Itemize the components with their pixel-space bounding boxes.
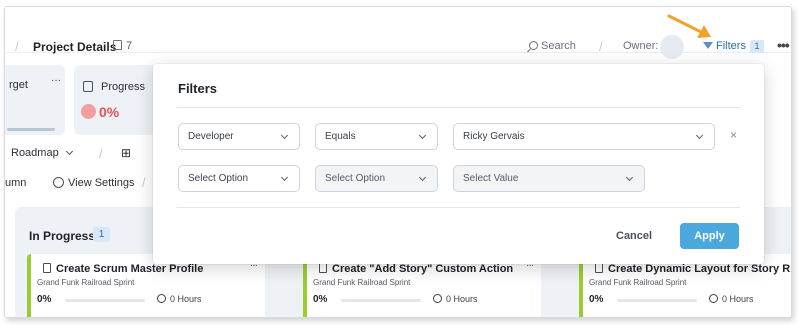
progress-value: 0% xyxy=(99,104,120,120)
filter-field-select-2[interactable]: Select Option xyxy=(178,165,300,192)
owner-label: Owner: xyxy=(623,40,659,52)
filters-label: Filters xyxy=(716,40,746,52)
chevron-down-icon xyxy=(280,173,289,182)
document-icon xyxy=(595,263,603,273)
task-hours-text: 0 Hours xyxy=(170,294,202,304)
target-more-icon[interactable]: ··· xyxy=(51,75,61,86)
task-title: Create Scrum Master Profile xyxy=(43,263,243,275)
task-progress-bar xyxy=(617,299,697,302)
status-dot-icon xyxy=(81,104,96,119)
search-label: Search xyxy=(541,40,576,52)
search-icon xyxy=(529,41,538,50)
filters-button[interactable]: Filters 1 xyxy=(703,40,764,53)
cancel-button[interactable]: Cancel xyxy=(616,230,652,242)
task-progress-bar xyxy=(341,299,421,302)
chevron-down-icon xyxy=(418,131,427,140)
task-progress-bar xyxy=(65,299,145,302)
chevron-down-icon xyxy=(280,131,289,140)
column-title: In Progress xyxy=(29,229,96,243)
chevron-down-icon xyxy=(418,173,427,182)
clock-icon xyxy=(709,294,718,303)
modal-divider-bottom xyxy=(177,207,740,208)
chevron-down-icon xyxy=(625,173,634,182)
task-title-text: Create "Add Story" Custom Action xyxy=(332,263,514,275)
gear-icon xyxy=(53,177,64,188)
filters-count-badge: 1 xyxy=(749,40,764,53)
view-settings-button[interactable]: View Settings xyxy=(53,177,134,189)
progress-label: Progress xyxy=(101,81,146,93)
modal-title: Filters xyxy=(178,81,218,96)
app-window: / Project Details 7 Search / Owner: Filt… xyxy=(4,6,792,318)
task-hours: 0 Hours xyxy=(709,294,754,304)
search-button[interactable]: Search xyxy=(529,40,576,52)
filter-value-placeholder: Select Value xyxy=(463,173,519,184)
filter-operator-select[interactable]: Equals xyxy=(315,123,438,150)
clock-icon xyxy=(157,294,166,303)
more-options-icon[interactable]: ••• xyxy=(777,37,790,53)
target-card[interactable]: rget ··· xyxy=(5,65,65,135)
filter-operator-select-2[interactable]: Select Option xyxy=(315,165,438,192)
view-settings-label: View Settings xyxy=(68,177,135,189)
filter-operator-placeholder: Select Option xyxy=(325,173,386,184)
column-button[interactable]: umn xyxy=(5,177,26,189)
bag-icon xyxy=(83,81,93,92)
toolbar-separator: / xyxy=(99,146,103,161)
document-icon xyxy=(319,263,327,273)
roadmap-dropdown[interactable]: Roadmap xyxy=(11,147,73,159)
roadmap-label: Roadmap xyxy=(11,147,59,159)
layout-toggle-icon[interactable]: ⊞ xyxy=(121,146,131,160)
filter-value-select[interactable]: Ricky Gervais xyxy=(453,123,715,150)
document-icon xyxy=(113,40,122,50)
chevron-down-icon xyxy=(65,147,73,156)
task-sprint: Grand Funk Railroad Sprint xyxy=(589,278,687,287)
item-count-value: 7 xyxy=(126,40,133,52)
clock-icon xyxy=(433,294,442,303)
annotation-arrow-icon xyxy=(667,14,711,38)
task-hours-text: 0 Hours xyxy=(722,294,754,304)
task-hours-text: 0 Hours xyxy=(446,294,478,304)
task-percent: 0% xyxy=(37,294,52,305)
item-count: 7 xyxy=(113,40,132,52)
filter-field-select[interactable]: Developer xyxy=(178,123,300,150)
filter-operator-value: Equals xyxy=(325,131,356,142)
filter-value-select-2[interactable]: Select Value xyxy=(453,165,645,192)
apply-button[interactable]: Apply xyxy=(680,223,739,249)
modal-divider-top xyxy=(177,107,740,108)
chevron-down-icon xyxy=(695,131,704,140)
document-icon xyxy=(43,263,51,273)
filters-modal: Filters Developer Equals Ricky Gervais ×… xyxy=(153,64,764,264)
column-count-badge: 1 xyxy=(93,227,110,242)
remove-filter-icon[interactable]: × xyxy=(730,128,737,142)
target-label: rget xyxy=(9,79,28,91)
breadcrumb-separator: / xyxy=(15,39,19,54)
header-separator: / xyxy=(599,39,603,54)
funnel-icon xyxy=(703,42,713,49)
toolbar-separator-2: / xyxy=(142,175,146,190)
task-title-text: Create Scrum Master Profile xyxy=(56,263,204,275)
task-percent: 0% xyxy=(313,294,328,305)
filter-field-value: Developer xyxy=(188,131,234,142)
task-hours: 0 Hours xyxy=(433,294,478,304)
task-sprint: Grand Funk Railroad Sprint xyxy=(37,278,135,287)
task-title-text: Create Dynamic Layout for Story R... xyxy=(608,263,792,275)
page-title: Project Details xyxy=(33,40,117,54)
task-percent: 0% xyxy=(589,294,604,305)
task-title: Create "Add Story" Custom Action xyxy=(319,263,537,275)
task-hours: 0 Hours xyxy=(157,294,202,304)
task-sprint: Grand Funk Railroad Sprint xyxy=(313,278,411,287)
progress-card[interactable]: Progress 0% xyxy=(74,65,160,135)
filter-field-placeholder: Select Option xyxy=(188,173,249,184)
task-title: Create Dynamic Layout for Story R... xyxy=(595,263,792,275)
target-progress-bar xyxy=(7,128,55,131)
filter-value-text: Ricky Gervais xyxy=(463,131,525,142)
